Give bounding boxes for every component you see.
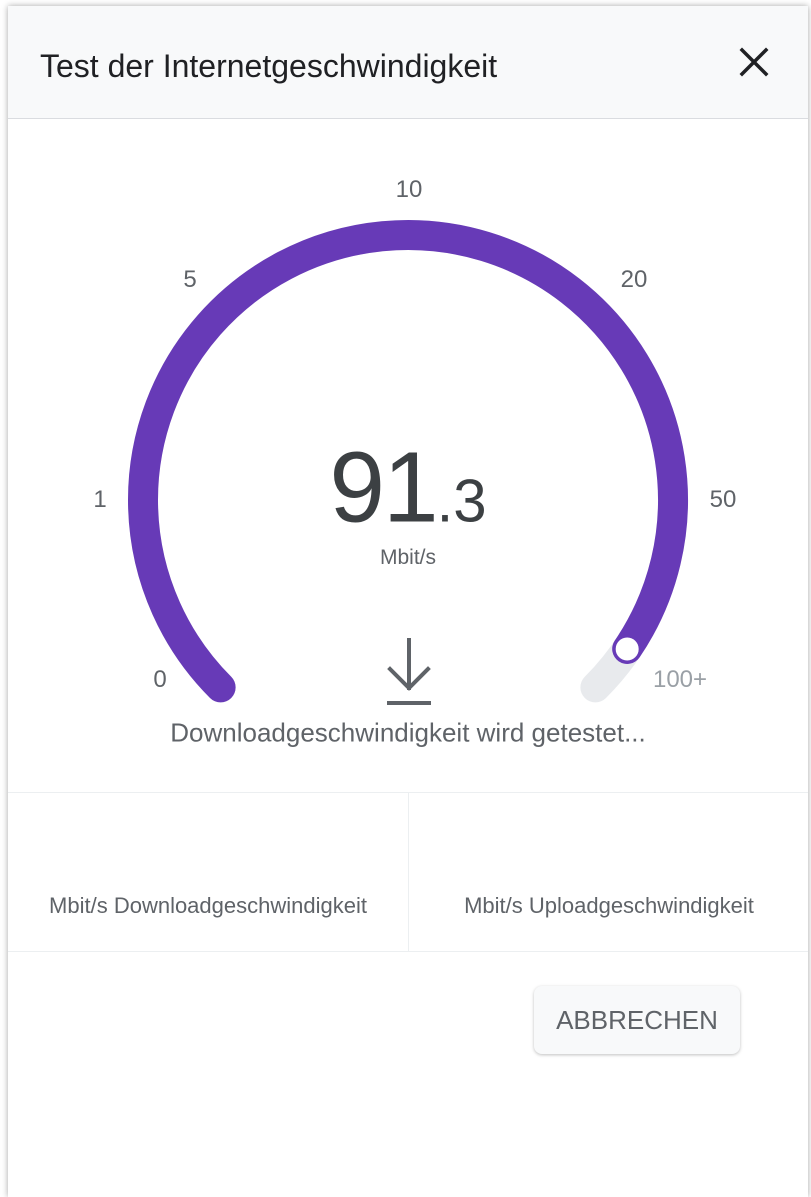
download-result: Mbit/s Downloadgeschwindigkeit: [8, 793, 409, 951]
speed-readout: 91.3: [329, 431, 486, 546]
results-panel: Mbit/s Downloadgeschwindigkeit Mbit/s Up…: [8, 792, 808, 952]
test-status-text: Downloadgeschwindigkeit wird getestet...: [170, 717, 646, 748]
upload-result: Mbit/s Uploadgeschwindigkeit: [409, 793, 809, 951]
speed-value-decimal: .3: [436, 467, 487, 535]
tick-label-0: 0: [153, 666, 167, 693]
gauge-needle-knob: [612, 634, 642, 664]
tick-label-100-plus: 100+: [652, 666, 708, 693]
speed-gauge: 0 1 5 10 20 50 100+ 91.3 Mbit/s Download…: [8, 118, 808, 748]
speed-unit: Mbit/s: [379, 546, 437, 569]
upload-result-label: Mbit/s Uploadgeschwindigkeit: [464, 893, 754, 918]
tick-label-50: 50: [709, 486, 737, 513]
close-icon: [739, 47, 769, 77]
tick-label-5: 5: [183, 266, 197, 293]
tick-label-1: 1: [93, 486, 107, 513]
speed-value-integer: 91: [329, 431, 438, 544]
dialog-title: Test der Internetgeschwindigkeit: [40, 48, 498, 84]
download-arrow-icon: [387, 638, 431, 705]
dialog-header: Test der Internetgeschwindigkeit: [8, 6, 808, 119]
cancel-button[interactable]: ABBRECHEN: [534, 986, 740, 1054]
tick-label-10: 10: [395, 176, 423, 203]
download-result-label: Mbit/s Downloadgeschwindigkeit: [49, 893, 367, 918]
speed-test-dialog: Test der Internetgeschwindigkeit 0 1 5 1…: [8, 6, 808, 1197]
close-button[interactable]: [730, 38, 778, 86]
tick-label-20: 20: [620, 266, 648, 293]
